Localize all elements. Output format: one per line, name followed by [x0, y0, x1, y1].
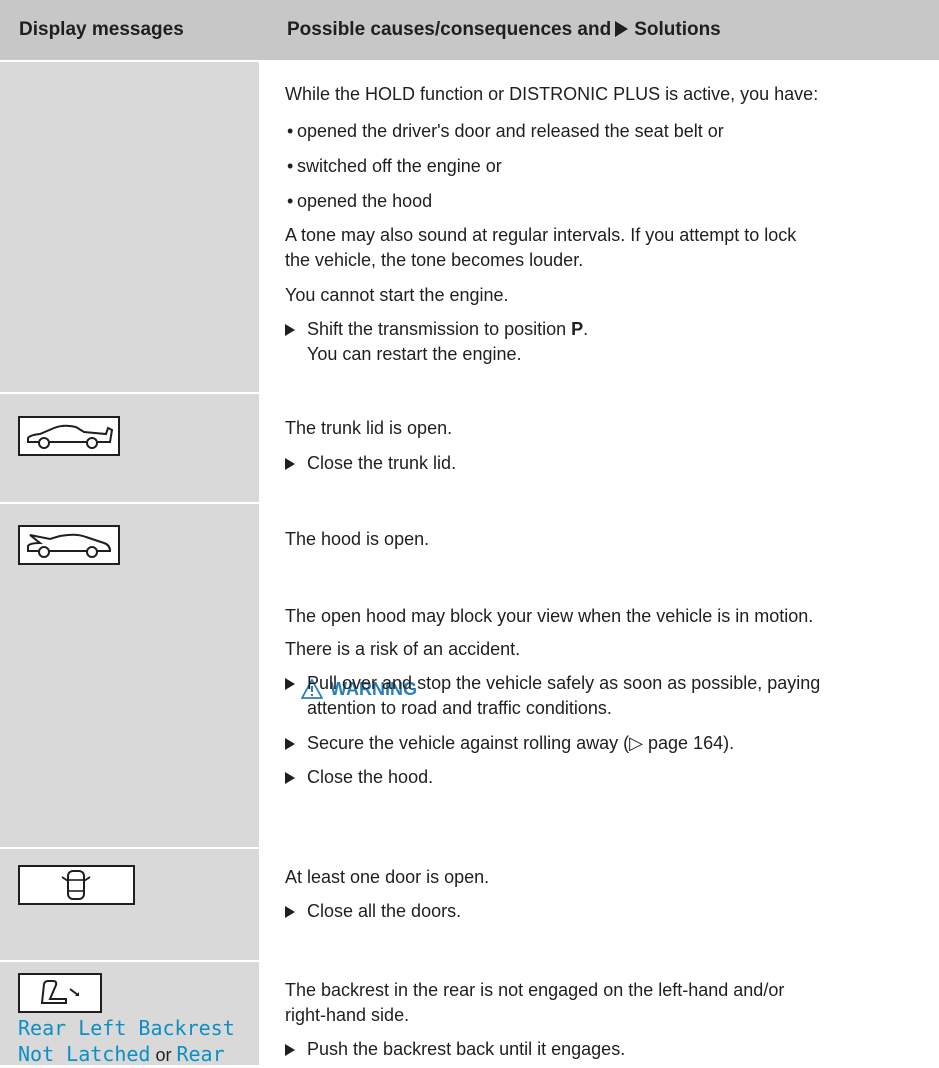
hood-step: Close the hood.	[307, 767, 434, 787]
list-item: opened the hood	[297, 191, 433, 211]
backrest-message: Not Latched or Rear	[18, 1042, 225, 1066]
step-arrow-icon	[285, 678, 295, 690]
step-arrow-icon	[285, 324, 295, 336]
bullet-icon: •	[287, 156, 294, 176]
step-arrow-icon	[285, 458, 295, 470]
backrest-message: Rear Left Backrest	[18, 1016, 235, 1040]
hood-step: Pull over and stop the vehicle safely as…	[307, 673, 821, 693]
warning-text: There is a risk of an accident.	[285, 639, 521, 659]
step-arrow-icon	[285, 738, 295, 750]
header-display-messages: Display messages	[19, 19, 184, 40]
step-arrow-icon	[285, 906, 295, 918]
door-step: Close all the doors.	[307, 901, 462, 921]
bullet-icon: •	[287, 191, 294, 211]
trunk-open-icon	[18, 416, 120, 456]
door-open-icon	[18, 865, 135, 905]
hood-step: attention to road and traffic conditions…	[307, 698, 612, 718]
backrest-text: right-hand side.	[285, 1005, 410, 1025]
restart-text: You can restart the engine.	[307, 344, 522, 364]
tone-text: the vehicle, the tone becomes louder.	[285, 250, 584, 270]
backrest-icon	[18, 973, 102, 1013]
trunk-step: Close the trunk lid.	[307, 453, 457, 473]
backrest-step: Push the backrest back until it engages.	[307, 1039, 626, 1059]
row-divider	[0, 960, 939, 962]
trunk-text: The trunk lid is open.	[285, 418, 453, 438]
hold-intro: While the HOLD function or DISTRONIC PLU…	[285, 84, 819, 104]
row-divider	[0, 847, 939, 849]
solution-arrow-icon	[615, 21, 629, 37]
warning-text: The open hood may block your view when t…	[285, 606, 814, 626]
row-divider	[0, 392, 939, 394]
table-header: Display messages Possible causes/consequ…	[0, 0, 939, 60]
step-arrow-icon	[285, 772, 295, 784]
step-arrow-icon	[285, 1044, 295, 1056]
hood-text: The hood is open.	[285, 529, 430, 549]
bullet-icon: •	[287, 121, 294, 141]
backrest-text: The backrest in the rear is not engaged …	[285, 980, 785, 1000]
door-text: At least one door is open.	[285, 867, 490, 887]
hood-open-icon	[18, 525, 120, 565]
cannot-start-text: You cannot start the engine.	[285, 285, 509, 305]
tone-text: A tone may also sound at regular interva…	[285, 225, 797, 245]
list-item: opened the driver's door and released th…	[297, 121, 724, 141]
hood-step: Secure the vehicle against rolling away …	[307, 733, 735, 753]
row-divider	[0, 60, 939, 62]
row-divider	[0, 502, 939, 504]
step-shift-p: Shift the transmission to position P.	[307, 319, 589, 339]
header-causes-solutions: Possible causes/consequences and Solution…	[287, 19, 721, 40]
list-item: switched off the engine or	[297, 156, 502, 176]
